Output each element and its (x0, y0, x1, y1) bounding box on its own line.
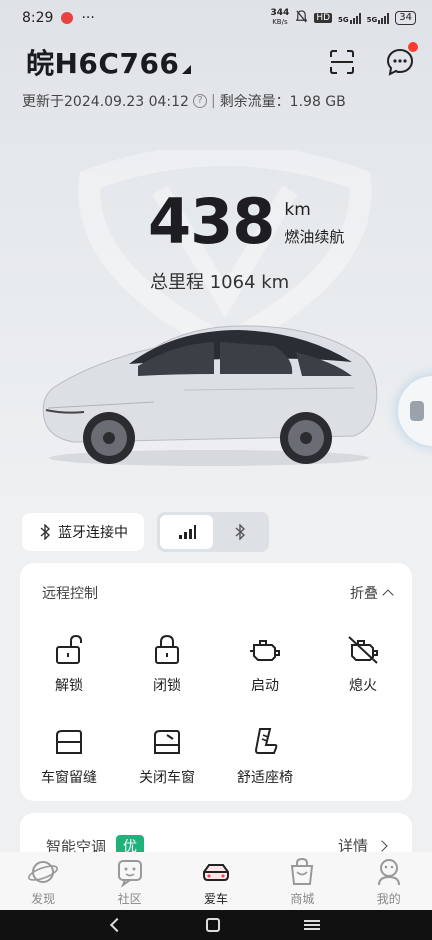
bottom-tab-bar: 发现 社区 爱车 商城 我的 (0, 852, 432, 910)
tab-my-car-label: 爱车 (203, 892, 228, 906)
weibo-icon (61, 12, 74, 24)
sim1-signal-icon: 5G (338, 12, 361, 24)
license-plate: 皖H6C766 (26, 47, 180, 80)
seat-icon (254, 728, 278, 754)
data-remaining: 剩余流量：1.98 GB (219, 94, 346, 110)
bluetooth-icon (40, 524, 51, 540)
recents-icon[interactable] (304, 920, 320, 930)
bluetooth-status[interactable]: 蓝牙连接中 (22, 513, 144, 551)
window-close-icon (154, 730, 180, 754)
system-nav-bar (0, 910, 432, 940)
window-close-button[interactable]: 关闭车窗 (118, 725, 216, 787)
help-icon[interactable]: ? (192, 94, 207, 108)
cellular-signal-icon (178, 525, 196, 539)
remote-control-title: 远程控制 (42, 586, 98, 602)
tab-mine-label: 我的 (376, 892, 401, 906)
tab-mall[interactable]: 商城 (267, 856, 337, 907)
vehicle-selector[interactable]: 皖H6C766 (26, 42, 192, 82)
engine-start-icon (250, 640, 280, 661)
app-header: 皖H6C766 (26, 42, 418, 82)
engine-off-button[interactable]: 熄火 (314, 633, 412, 695)
cellular-mode-option[interactable] (160, 515, 213, 549)
engine-off-icon (348, 636, 378, 664)
scan-button[interactable] (326, 46, 358, 78)
range-display: 438 km 燃油续航 (148, 190, 344, 254)
scan-icon (330, 50, 354, 74)
home-icon[interactable] (206, 918, 220, 932)
window-vent-label: 车窗留缝 (41, 770, 97, 786)
comfort-seat-label: 舒适座椅 (237, 770, 293, 786)
tab-discover-label: 发现 (31, 892, 56, 906)
bluetooth-label: 蓝牙连接中 (58, 525, 128, 541)
tab-my-car[interactable]: 爱车 (181, 856, 251, 907)
car-image (42, 325, 378, 466)
bluetooth-icon (235, 524, 245, 540)
update-info: 更新于2024.09.23 04:12 ? | 剩余流量：1.98 GB (22, 91, 346, 111)
connection-mode-switch (157, 512, 269, 552)
car-icon (202, 864, 229, 881)
window-vent-icon (56, 730, 82, 754)
engine-start-button[interactable]: 启动 (216, 633, 314, 695)
separator: | (210, 93, 216, 109)
collapse-label: 折叠 (350, 586, 378, 602)
chevron-right-icon (376, 839, 388, 852)
tab-discover[interactable]: 发现 (8, 856, 78, 907)
update-time: 更新于2024.09.23 04:12 (22, 94, 189, 110)
side-drawer-handle[interactable] (398, 376, 432, 446)
lock-icon (155, 634, 179, 664)
range-unit: km (284, 200, 311, 220)
range-value: 438 (148, 185, 275, 258)
battery-indicator: 34 (395, 11, 416, 25)
comfort-seat-button[interactable]: 舒适座椅 (216, 725, 314, 787)
collapse-button[interactable]: 折叠 (350, 583, 394, 603)
tab-community[interactable]: 社区 (95, 856, 165, 907)
mute-icon (295, 10, 308, 26)
back-icon[interactable] (109, 917, 125, 933)
unlock-icon (56, 634, 82, 664)
odometer: 总里程 1064 km (150, 272, 290, 293)
engine-start-label: 启动 (251, 678, 279, 694)
remote-control-card: 远程控制 折叠 解锁 闭锁 启动 熄火 车窗留缝 关闭车窗 舒适座椅 (20, 563, 412, 801)
window-close-label: 关闭车窗 (139, 770, 195, 786)
message-button[interactable] (384, 42, 418, 78)
status-time: 8:29 (22, 10, 54, 26)
community-icon (117, 860, 142, 888)
unlock-label: 解锁 (55, 678, 83, 694)
tab-mall-label: 商城 (290, 892, 315, 906)
planet-icon (28, 861, 59, 883)
network-speed: 344 KB/s (270, 8, 290, 27)
dropdown-caret-icon (182, 65, 192, 74)
unread-dot (408, 42, 418, 52)
bluetooth-mode-option[interactable] (213, 515, 266, 549)
lock-label: 闭锁 (153, 678, 181, 694)
shopping-bag-icon (291, 857, 314, 885)
engine-off-label: 熄火 (349, 678, 377, 694)
chevron-up-icon (382, 589, 394, 601)
range-label: 燃油续航 (284, 228, 345, 246)
window-vent-button[interactable]: 车窗留缝 (20, 725, 118, 787)
tab-community-label: 社区 (117, 892, 142, 906)
profile-icon (377, 859, 400, 886)
tab-mine[interactable]: 我的 (354, 856, 424, 907)
unlock-button[interactable]: 解锁 (20, 633, 118, 695)
lock-button[interactable]: 闭锁 (118, 633, 216, 695)
hd-badge: HD (314, 13, 333, 23)
status-bar: 8:29 ··· 344 KB/s HD 5G 5G 34 (0, 0, 432, 36)
more-dots-icon: ··· (81, 10, 95, 26)
sim2-signal-icon: 5G (367, 12, 390, 24)
